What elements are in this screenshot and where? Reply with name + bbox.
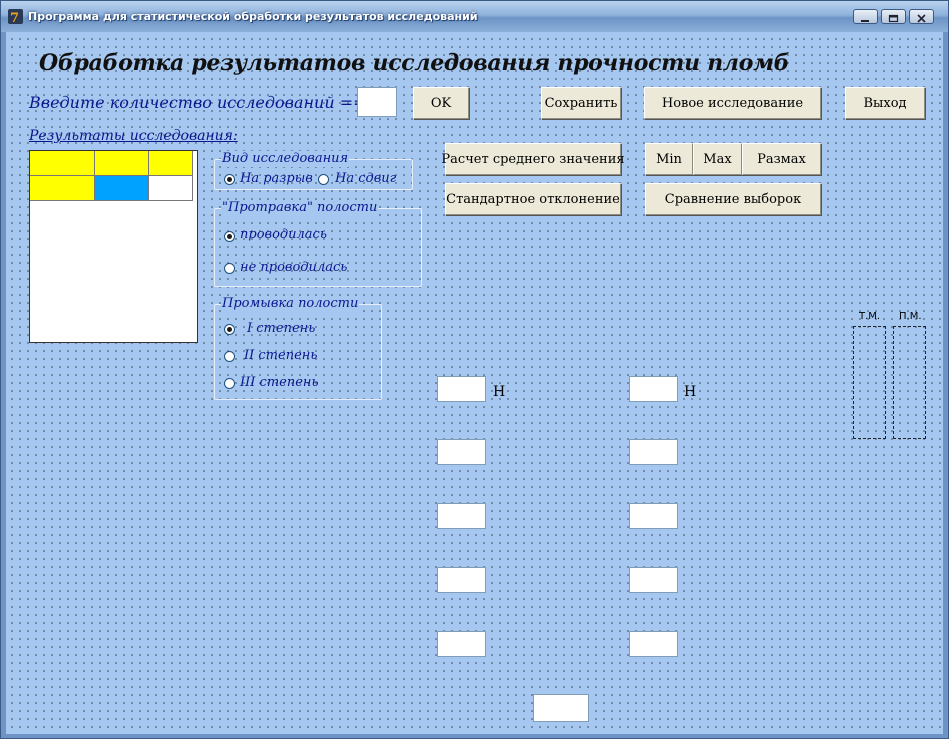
radio-shear[interactable] (318, 174, 329, 185)
app-icon: 7 (8, 9, 23, 24)
grid-cell[interactable] (149, 176, 193, 201)
etching-group: "Протравка" полости проводилась не прово… (214, 200, 422, 287)
page-title: Обработка результатов исследования прочн… (39, 50, 790, 76)
close-icon (917, 14, 926, 23)
radio-degree-3-label[interactable]: III степень (240, 375, 319, 390)
count-input[interactable] (357, 87, 397, 117)
radio-etched-label[interactable]: проводилась (240, 227, 327, 242)
radio-not-etched-label[interactable]: не проводилась (240, 260, 347, 275)
maximize-icon (888, 14, 899, 23)
range-button[interactable]: Размах (742, 143, 821, 175)
min-button[interactable]: Min (645, 143, 693, 175)
radio-shear-label[interactable]: На сдвиг (335, 171, 396, 186)
diagram-bar-pm (893, 326, 926, 439)
radio-degree-3[interactable] (224, 378, 235, 389)
radio-degree-1-label[interactable]: I степень (247, 321, 315, 336)
unit-left-label: Н (493, 384, 506, 400)
grid-cell[interactable] (30, 151, 95, 176)
form-client-area: Обработка результатов исследования прочн… (6, 32, 943, 734)
mean-button[interactable]: Расчет среднего значения (441, 143, 625, 175)
exit-button[interactable]: Выход (845, 87, 925, 119)
new-study-button[interactable]: Новое исследование (644, 87, 821, 119)
grid-cell[interactable] (30, 176, 95, 201)
save-button[interactable]: Сохранить (541, 87, 621, 119)
minimize-icon (861, 20, 869, 22)
compare-button[interactable]: Сравнение выборок (645, 183, 821, 215)
result-bottom[interactable] (533, 694, 589, 722)
unit-right-label: Н (684, 384, 697, 400)
radio-not-etched[interactable] (224, 263, 235, 274)
minimize-button[interactable] (853, 9, 878, 24)
ok-button[interactable]: OK (413, 87, 469, 119)
radio-tensile-label[interactable]: На разрыв (240, 171, 313, 186)
title-bar[interactable]: 7 Программа для статистической обработки… (1, 1, 948, 32)
radio-etched[interactable] (224, 231, 235, 242)
result-right-2[interactable] (629, 439, 678, 465)
result-left-3[interactable] (437, 503, 486, 529)
result-left-5[interactable] (437, 631, 486, 657)
diagram-label-pm: П.М. (899, 311, 922, 322)
result-left-2[interactable] (437, 439, 486, 465)
result-right-4[interactable] (629, 567, 678, 593)
radio-tensile[interactable] (224, 174, 235, 185)
washing-group: Промывка полости I степень II степень II… (214, 296, 382, 400)
close-button[interactable] (909, 9, 934, 24)
grid-cell-selected[interactable] (95, 176, 149, 201)
radio-degree-2[interactable] (224, 351, 235, 362)
svg-text:7: 7 (10, 11, 19, 24)
etching-title: "Протравка" полости (221, 200, 379, 216)
window-title: Программа для статистической обработки р… (28, 10, 478, 23)
result-left-1[interactable] (437, 376, 486, 402)
result-right-3[interactable] (629, 503, 678, 529)
diagram-bar-tm (853, 326, 886, 439)
diagram-label-tm: Т.М. (859, 311, 881, 322)
result-right-5[interactable] (629, 631, 678, 657)
max-button[interactable]: Max (693, 143, 742, 175)
washing-title: Промывка полости (221, 296, 360, 312)
result-right-1[interactable] (629, 376, 678, 402)
results-grid[interactable] (29, 150, 198, 343)
grid-cell[interactable] (95, 151, 149, 176)
std-dev-button[interactable]: Стандартное отклонение (445, 183, 621, 215)
study-type-title: Вид исследования (221, 151, 350, 167)
study-type-group: Вид исследования На разрыв На сдвиг (214, 151, 413, 190)
radio-degree-2-label[interactable]: II степень (244, 348, 317, 363)
maximize-button[interactable] (881, 9, 906, 24)
count-prompt-label: Введите количество исследований ==> (29, 93, 380, 112)
results-label: Результаты исследования: (29, 128, 238, 144)
main-window: 7 Программа для статистической обработки… (0, 0, 949, 739)
result-left-4[interactable] (437, 567, 486, 593)
radio-degree-1[interactable] (224, 324, 235, 335)
grid-cell[interactable] (149, 151, 193, 176)
